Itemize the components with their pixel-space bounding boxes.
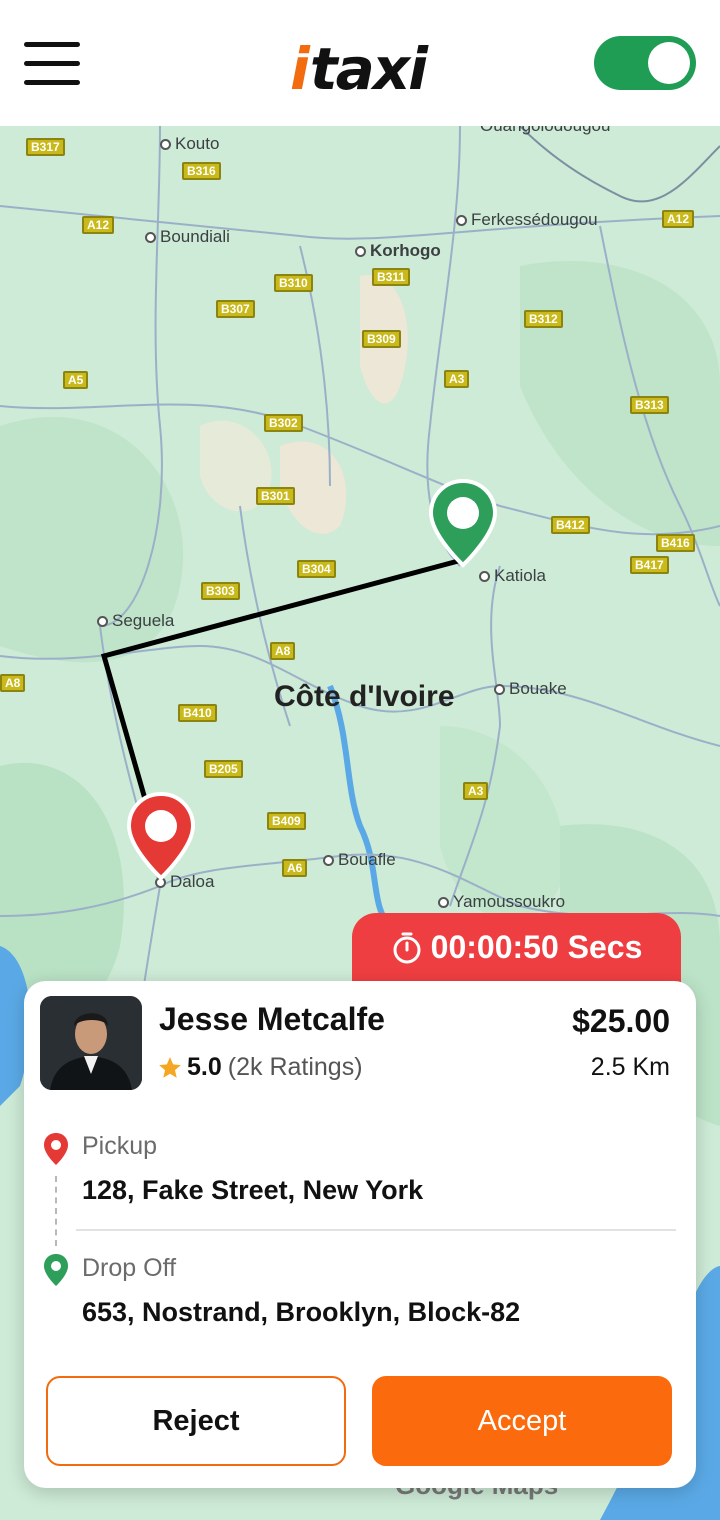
online-toggle[interactable] [594, 36, 696, 90]
road-shield: A8 [270, 642, 296, 660]
stopwatch-icon [393, 932, 421, 964]
place-label: Bouake [494, 679, 567, 699]
dropoff-label: Drop Off [82, 1254, 177, 1282]
road-shield: B410 [178, 704, 217, 722]
timer-label: 00:00:50 Secs [430, 929, 643, 965]
road-shield: B313 [630, 396, 669, 414]
app-header: i taxi [0, 0, 720, 126]
road-shield: B316 [182, 162, 221, 180]
road-shield: B409 [267, 812, 306, 830]
driver-avatar [40, 996, 142, 1090]
driver-portrait [40, 996, 142, 1090]
road-shield: A3 [444, 370, 470, 388]
road-shield: A12 [82, 216, 115, 234]
place-label: Ferkessédougou [456, 210, 598, 230]
pickup-label: Pickup [82, 1132, 158, 1160]
road-shield: B307 [216, 300, 255, 318]
dropoff-map-pin-icon[interactable] [427, 477, 499, 573]
pickup-map-pin-icon[interactable] [125, 790, 197, 886]
pickup-address: 128, Fake Street, New York [82, 1175, 424, 1205]
itaxi-logo: i taxi [290, 35, 428, 103]
trip-distance: 2.5 Km [590, 1053, 670, 1081]
road-shield: B302 [264, 414, 303, 432]
divider [76, 1229, 676, 1231]
road-shield: B317 [26, 138, 65, 156]
place-label: Seguela [97, 611, 174, 631]
route-connector [55, 1176, 57, 1246]
driver-name: Jesse Metcalfe [159, 1001, 385, 1037]
fare-price: $25.00 [572, 1003, 670, 1039]
reject-button[interactable]: Reject [46, 1376, 346, 1466]
place-label: Korhogo [355, 241, 441, 261]
road-shield: B304 [297, 560, 336, 578]
place-label: Yamoussoukro [438, 892, 565, 912]
star-icon [159, 1056, 181, 1078]
road-shield: B310 [274, 274, 313, 292]
road-shield: A3 [463, 782, 489, 800]
pickup-pin-icon [44, 1133, 68, 1165]
rating-score: 5.0 [187, 1053, 222, 1081]
toggle-knob [648, 42, 690, 84]
ratings-count: (2k Ratings) [227, 1053, 363, 1081]
road-shield: B303 [201, 582, 240, 600]
road-shield: B417 [630, 556, 669, 574]
driver-rating: 5.0 (2k Ratings) [157, 1053, 363, 1082]
dropoff-address: 653, Nostrand, Brooklyn, Block-82 [82, 1297, 521, 1327]
road-shield: A8 [0, 674, 26, 692]
road-shield: B416 [656, 534, 695, 552]
road-shield: A6 [282, 859, 308, 877]
road-shield: B205 [204, 760, 243, 778]
dropoff-pin-icon [44, 1254, 68, 1286]
road-shield: B311 [372, 268, 411, 286]
place-label: Bouafle [323, 850, 396, 870]
road-shield: B412 [551, 516, 590, 534]
road-shield: A5 [63, 371, 89, 389]
road-shield: B312 [524, 310, 563, 328]
country-label: Côte d'Ivoire [274, 680, 455, 713]
place-label: Kouto [160, 134, 219, 154]
road-shield: B301 [256, 487, 295, 505]
accept-button[interactable]: Accept [372, 1376, 672, 1466]
hamburger-menu-icon[interactable] [24, 42, 80, 86]
road-shield: A12 [662, 210, 695, 228]
place-label: Ouangolodougou [480, 126, 610, 136]
ride-request-card: Jesse Metcalfe 5.0 (2k Ratings) $25.00 2… [24, 981, 696, 1488]
place-label: Boundiali [145, 227, 230, 247]
road-shield: B309 [362, 330, 401, 348]
